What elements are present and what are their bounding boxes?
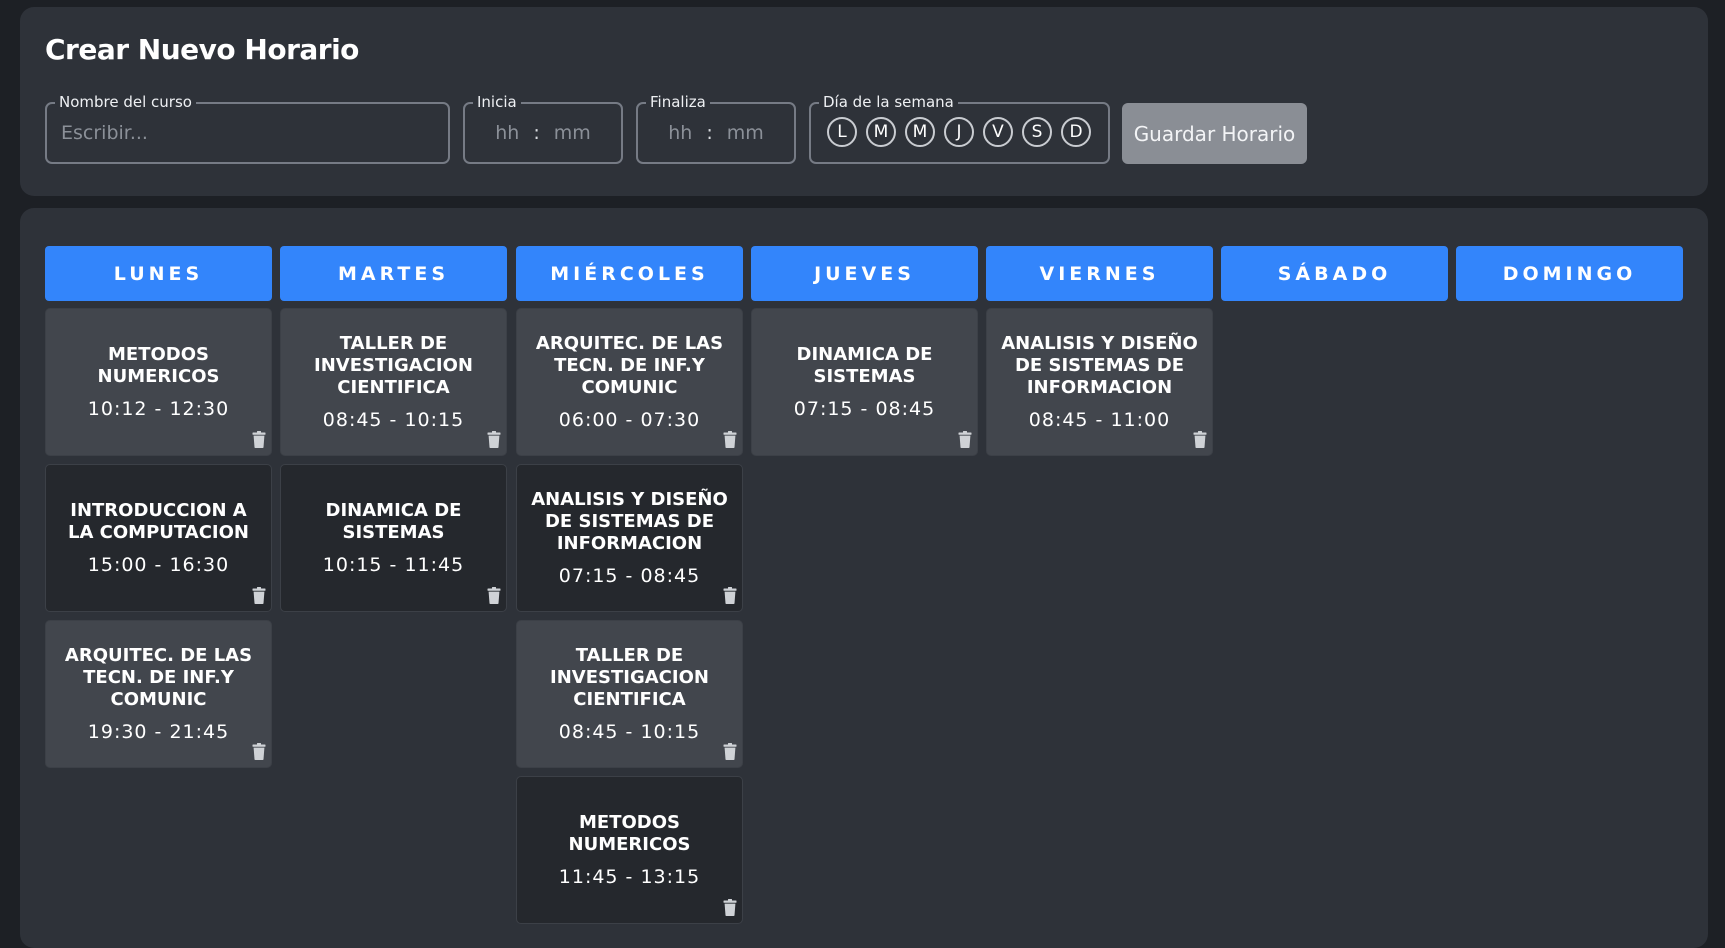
day-toggle-sabado[interactable]: S — [1022, 117, 1052, 147]
schedule-card: DINAMICA DE SISTEMAS 07:15 - 08:45 — [751, 308, 978, 456]
schedule-card: TALLER DE INVESTIGACION CIENTIFICA 08:45… — [280, 308, 507, 456]
schedule-card: ARQUITEC. DE LAS TECN. DE INF.Y COMUNIC … — [45, 620, 272, 768]
weekday-label: Día de la semana — [819, 93, 958, 111]
course-name: DINAMICA DE SISTEMAS — [796, 344, 933, 387]
course-name: ARQUITEC. DE LAS TECN. DE INF.Y COMUNIC — [535, 333, 724, 398]
trash-icon[interactable] — [1193, 431, 1207, 448]
schedule-card: INTRODUCCION A LA COMPUTACION 15:00 - 16… — [45, 464, 272, 612]
schedule-card: ANALISIS Y DISEÑO DE SISTEMAS DE INFORMA… — [986, 308, 1213, 456]
weekday-field: Día de la semana L M M J V S D — [809, 93, 1110, 164]
day-toggle-lunes[interactable]: L — [827, 117, 857, 147]
day-header-domingo: DOMINGO — [1456, 246, 1683, 301]
day-header-miercoles: MIÉRCOLES — [516, 246, 743, 301]
schedule-card: TALLER DE INVESTIGACION CIENTIFICA 08:45… — [516, 620, 743, 768]
trash-icon[interactable] — [252, 431, 266, 448]
course-name: ANALISIS Y DISEÑO DE SISTEMAS DE INFORMA… — [531, 489, 728, 554]
day-toggle-miercoles[interactable]: M — [905, 117, 935, 147]
course-time: 11:45 - 13:15 — [558, 866, 701, 888]
day-header-martes: MARTES — [280, 246, 507, 301]
start-minute-input[interactable]: mm — [554, 122, 591, 144]
trash-icon[interactable] — [487, 431, 501, 448]
end-minute-input[interactable]: mm — [727, 122, 764, 144]
trash-icon[interactable] — [723, 587, 737, 604]
day-header-viernes: VIERNES — [986, 246, 1213, 301]
trash-icon[interactable] — [723, 899, 737, 916]
course-name-field[interactable]: Nombre del curso Escribir... — [45, 93, 450, 164]
course-name-input[interactable]: Escribir... — [61, 122, 148, 144]
end-time-label: Finaliza — [646, 93, 710, 111]
course-time: 07:15 - 08:45 — [558, 565, 701, 587]
day-toggle-domingo[interactable]: D — [1061, 117, 1091, 147]
course-time: 10:12 - 12:30 — [87, 398, 230, 420]
course-time: 08:45 - 11:00 — [1028, 409, 1171, 431]
course-time: 08:45 - 10:15 — [558, 721, 701, 743]
trash-icon[interactable] — [723, 431, 737, 448]
schedule-card: ANALISIS Y DISEÑO DE SISTEMAS DE INFORMA… — [516, 464, 743, 612]
course-time: 08:45 - 10:15 — [322, 409, 465, 431]
schedule-card: ARQUITEC. DE LAS TECN. DE INF.Y COMUNIC … — [516, 308, 743, 456]
form-title: Crear Nuevo Horario — [45, 33, 359, 66]
course-name: METODOS NUMERICOS — [568, 812, 691, 855]
time-separator: : — [706, 122, 713, 144]
schedule-card: DINAMICA DE SISTEMAS 10:15 - 11:45 — [280, 464, 507, 612]
course-name: INTRODUCCION A LA COMPUTACION — [68, 500, 249, 543]
course-name: ANALISIS Y DISEÑO DE SISTEMAS DE INFORMA… — [1001, 333, 1198, 398]
day-header-jueves: JUEVES — [751, 246, 978, 301]
trash-icon[interactable] — [252, 743, 266, 760]
end-hour-input[interactable]: hh — [668, 122, 692, 144]
course-time: 06:00 - 07:30 — [558, 409, 701, 431]
course-time: 10:15 - 11:45 — [322, 554, 465, 576]
weekday-selector: L M M J V S D — [827, 117, 1091, 147]
course-name: METODOS NUMERICOS — [97, 344, 220, 387]
day-toggle-viernes[interactable]: V — [983, 117, 1013, 147]
start-time-label: Inicia — [473, 93, 521, 111]
day-toggle-jueves[interactable]: J — [944, 117, 974, 147]
course-name: TALLER DE INVESTIGACION CIENTIFICA — [550, 645, 709, 710]
weekly-schedule-panel: LUNES MARTES MIÉRCOLES JUEVES VIERNES SÁ… — [20, 208, 1708, 948]
course-time: 19:30 - 21:45 — [87, 721, 230, 743]
schedule-card: METODOS NUMERICOS 10:12 - 12:30 — [45, 308, 272, 456]
trash-icon[interactable] — [252, 587, 266, 604]
day-header-sabado: SÁBADO — [1221, 246, 1448, 301]
course-name: TALLER DE INVESTIGACION CIENTIFICA — [314, 333, 473, 398]
course-time: 07:15 - 08:45 — [793, 398, 936, 420]
time-separator: : — [533, 122, 540, 144]
trash-icon[interactable] — [723, 743, 737, 760]
course-name: ARQUITEC. DE LAS TECN. DE INF.Y COMUNIC — [64, 645, 253, 710]
course-name-label: Nombre del curso — [55, 93, 196, 111]
trash-icon[interactable] — [958, 431, 972, 448]
trash-icon[interactable] — [487, 587, 501, 604]
create-schedule-panel: Crear Nuevo Horario Nombre del curso Esc… — [20, 7, 1708, 196]
day-header-lunes: LUNES — [45, 246, 272, 301]
end-time-field[interactable]: Finaliza hh : mm — [636, 93, 796, 164]
course-name: DINAMICA DE SISTEMAS — [325, 500, 462, 543]
start-hour-input[interactable]: hh — [495, 122, 519, 144]
save-schedule-button[interactable]: Guardar Horario — [1122, 103, 1307, 164]
course-time: 15:00 - 16:30 — [87, 554, 230, 576]
day-toggle-martes[interactable]: M — [866, 117, 896, 147]
schedule-card: METODOS NUMERICOS 11:45 - 13:15 — [516, 776, 743, 924]
start-time-field[interactable]: Inicia hh : mm — [463, 93, 623, 164]
